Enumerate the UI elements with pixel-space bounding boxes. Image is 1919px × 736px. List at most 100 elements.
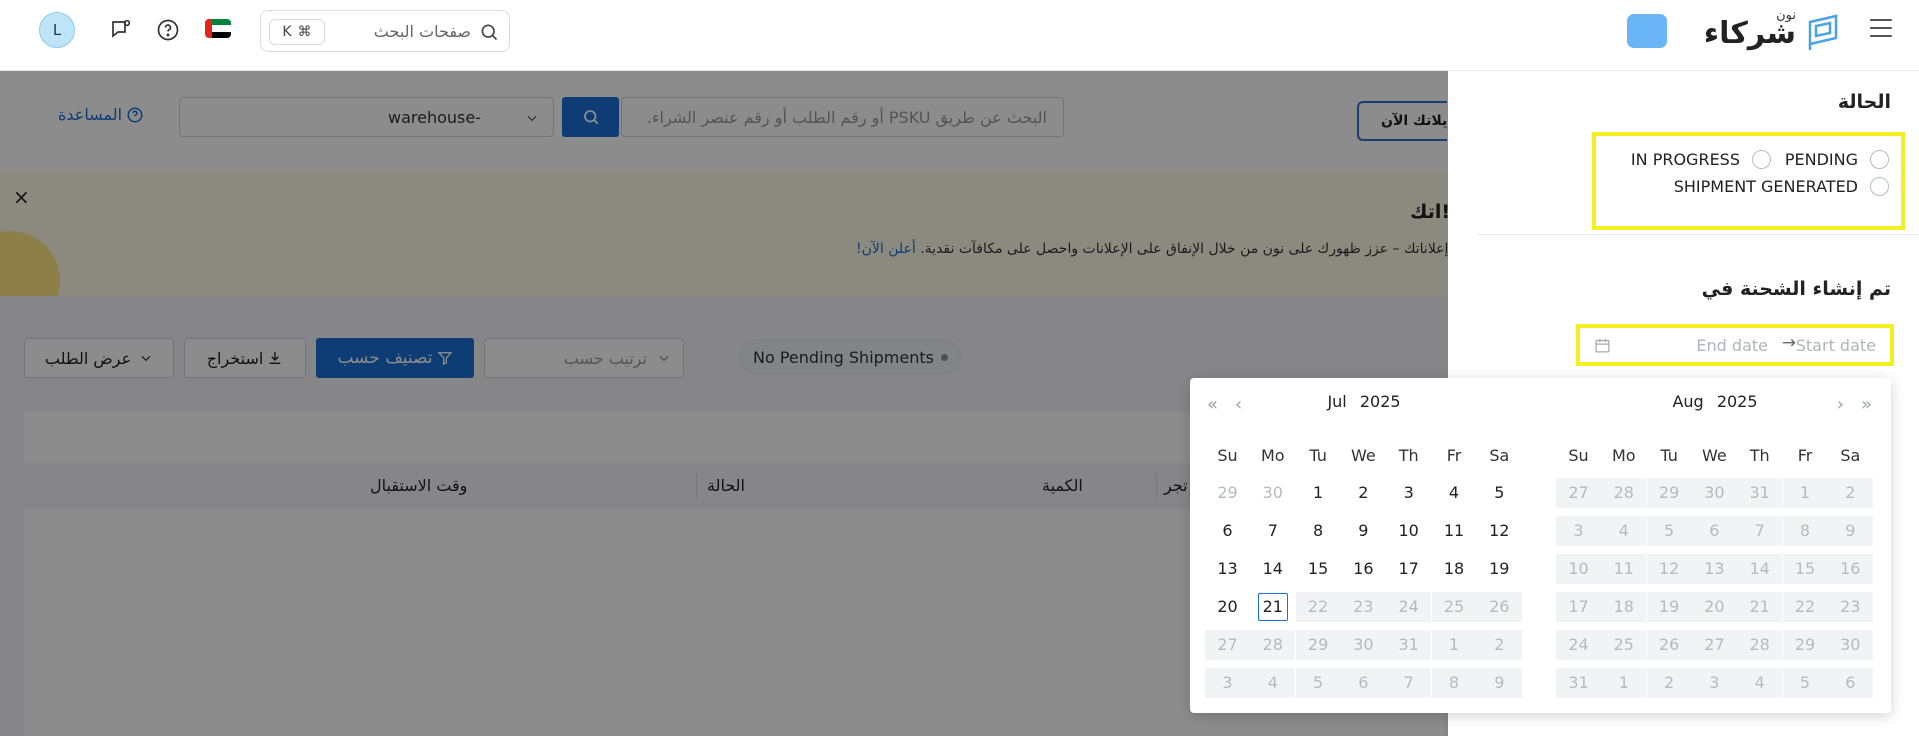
year-label[interactable]: 2025 <box>1717 392 1758 411</box>
global-search[interactable]: K ⌘ صفحات البحث <box>260 10 510 52</box>
day-number: 2 <box>1845 483 1856 502</box>
calendar-day-cell: 22 <box>1782 592 1828 622</box>
announcements-icon[interactable] <box>108 17 134 43</box>
day-number: 27 <box>1568 483 1589 502</box>
day-number: 10 <box>1568 559 1589 578</box>
next-year-icon[interactable]: » <box>1861 394 1872 415</box>
calendar-day-cell: 5 <box>1295 668 1341 698</box>
day-number: 11 <box>1613 559 1634 578</box>
month-year-title[interactable]: Aug 2025 <box>1672 392 1757 411</box>
status-option-label: IN PROGRESS <box>1630 150 1740 169</box>
day-number: 3 <box>1222 673 1233 692</box>
weekday-label: We <box>1702 446 1727 465</box>
calendar-day-cell[interactable]: 11 <box>1432 516 1477 546</box>
calendar-day-cell: 6 <box>1691 516 1737 546</box>
search-placeholder: صفحات البحث <box>373 22 471 41</box>
calendar-day-cell: 6 <box>1827 668 1873 698</box>
day-number: 23 <box>1353 597 1374 616</box>
weekday-label: Th <box>1398 446 1419 465</box>
month-label[interactable]: Jul <box>1327 392 1346 411</box>
calendar-day-cell: 27 <box>1691 630 1737 660</box>
calendar-day-cell[interactable]: 18 <box>1432 554 1477 584</box>
help-icon[interactable] <box>155 17 181 43</box>
day-number: 22 <box>1307 597 1329 616</box>
calendar-header: Aug 2025 › » <box>1556 392 1874 416</box>
status-option-shipment-generated[interactable]: SHIPMENT GENERATED <box>1674 177 1889 196</box>
radio-button[interactable] <box>1870 177 1889 196</box>
calendar-day-cell[interactable]: 19 <box>1477 554 1522 584</box>
calendar-day-cell: 2 <box>1646 668 1692 698</box>
calendar-day-cell[interactable]: 6 <box>1205 516 1250 546</box>
calendar-day-cell[interactable]: 13 <box>1205 554 1250 584</box>
day-number: 5 <box>1664 521 1675 540</box>
calendar-day-cell: 17 <box>1556 592 1601 622</box>
calendar-day-cell[interactable]: 12 <box>1477 516 1522 546</box>
calendar-day-cell[interactable]: 20 <box>1205 592 1250 622</box>
day-number: 4 <box>1448 483 1460 502</box>
calendar-day-cell: 7 <box>1386 668 1432 698</box>
prev-month-icon[interactable]: ‹ <box>1235 394 1242 415</box>
calendar-day-cell[interactable]: 9 <box>1341 516 1386 546</box>
day-number: 30 <box>1840 635 1861 654</box>
day-number: 2 <box>1358 483 1369 502</box>
calendar-panel-right: Aug 2025 › » Su Mo Tu We Th Fr Sa 27 28 29 30 31 1 2 3… <box>1556 378 1874 713</box>
weekday-label: Fr <box>1446 446 1462 465</box>
year-label[interactable]: 2025 <box>1360 392 1401 411</box>
calendar-day-cell[interactable]: 16 <box>1341 554 1386 584</box>
calendar-day-cell: 16 <box>1827 554 1873 584</box>
month-year-title[interactable]: Jul 2025 <box>1327 392 1400 411</box>
calendar-day-cell: 12 <box>1646 554 1692 584</box>
calendar-day-cell: 27 <box>1205 630 1250 660</box>
calendar-day-cell: 2 <box>1476 630 1522 660</box>
date-range-picker[interactable]: Start date → End date <box>1576 324 1894 366</box>
day-number: 23 <box>1840 597 1861 616</box>
calendar-day-cell: 23 <box>1340 592 1386 622</box>
calendar-day-cell[interactable]: 7 <box>1250 516 1295 546</box>
calendar-day-cell[interactable]: 30 <box>1250 478 1295 508</box>
weekday-label: Tu <box>1309 446 1327 465</box>
month-label[interactable]: Aug <box>1672 392 1703 411</box>
noon-partners-logo[interactable]: نون شركاء <box>1704 6 1840 56</box>
store-switcher[interactable] <box>1627 14 1667 48</box>
calendar-day-cell[interactable]: 4 <box>1432 478 1477 508</box>
day-number: 9 <box>1845 521 1856 540</box>
next-month-icon[interactable]: › <box>1837 394 1844 415</box>
day-number: 28 <box>1613 483 1634 502</box>
calendar-day-cell: 30 <box>1827 630 1873 660</box>
day-number: 15 <box>1307 559 1329 578</box>
start-date-input[interactable]: Start date <box>1796 336 1876 355</box>
day-number: 11 <box>1443 521 1465 540</box>
day-number: 16 <box>1840 559 1861 578</box>
radio-button[interactable] <box>1870 150 1889 169</box>
calendar-day-cell: 27 <box>1556 478 1601 508</box>
calendar-day-cell[interactable]: 5 <box>1477 478 1522 508</box>
calendar-day-cell: 24 <box>1386 592 1432 622</box>
status-option-pending[interactable]: PENDING <box>1785 150 1889 169</box>
search-icon <box>479 22 499 46</box>
calendar-day-cell[interactable]: 8 <box>1296 516 1341 546</box>
prev-year-icon[interactable]: « <box>1207 394 1218 415</box>
calendar-day-cell[interactable]: 10 <box>1386 516 1431 546</box>
menu-icon[interactable] <box>1870 19 1892 37</box>
calendar-day-cell: 9 <box>1476 668 1522 698</box>
day-number: 14 <box>1262 559 1283 578</box>
user-avatar[interactable]: L <box>39 12 75 48</box>
calendar-day-cell[interactable]: 21 <box>1250 592 1295 622</box>
day-number: 30 <box>1353 635 1374 654</box>
calendar-day-cell[interactable]: 17 <box>1386 554 1431 584</box>
day-number: 3 <box>1709 673 1720 692</box>
calendar-day-cell[interactable]: 14 <box>1250 554 1295 584</box>
status-option-in-progress[interactable]: IN PROGRESS <box>1631 150 1771 169</box>
calendar-day-cell[interactable]: 3 <box>1386 478 1431 508</box>
radio-button[interactable] <box>1752 150 1771 169</box>
divider <box>1478 234 1919 235</box>
calendar-day-cell[interactable]: 29 <box>1205 478 1250 508</box>
uae-flag-icon[interactable] <box>205 19 231 38</box>
calendar-day-cell[interactable]: 1 <box>1296 478 1341 508</box>
calendar-day-cell: 1 <box>1601 668 1647 698</box>
calendar-day-cell: 20 <box>1691 592 1737 622</box>
calendar-day-cell[interactable]: 15 <box>1296 554 1341 584</box>
weekday-label: Sa <box>1489 446 1510 465</box>
calendar-day-cell[interactable]: 2 <box>1341 478 1386 508</box>
end-date-input[interactable]: End date <box>1696 336 1768 355</box>
